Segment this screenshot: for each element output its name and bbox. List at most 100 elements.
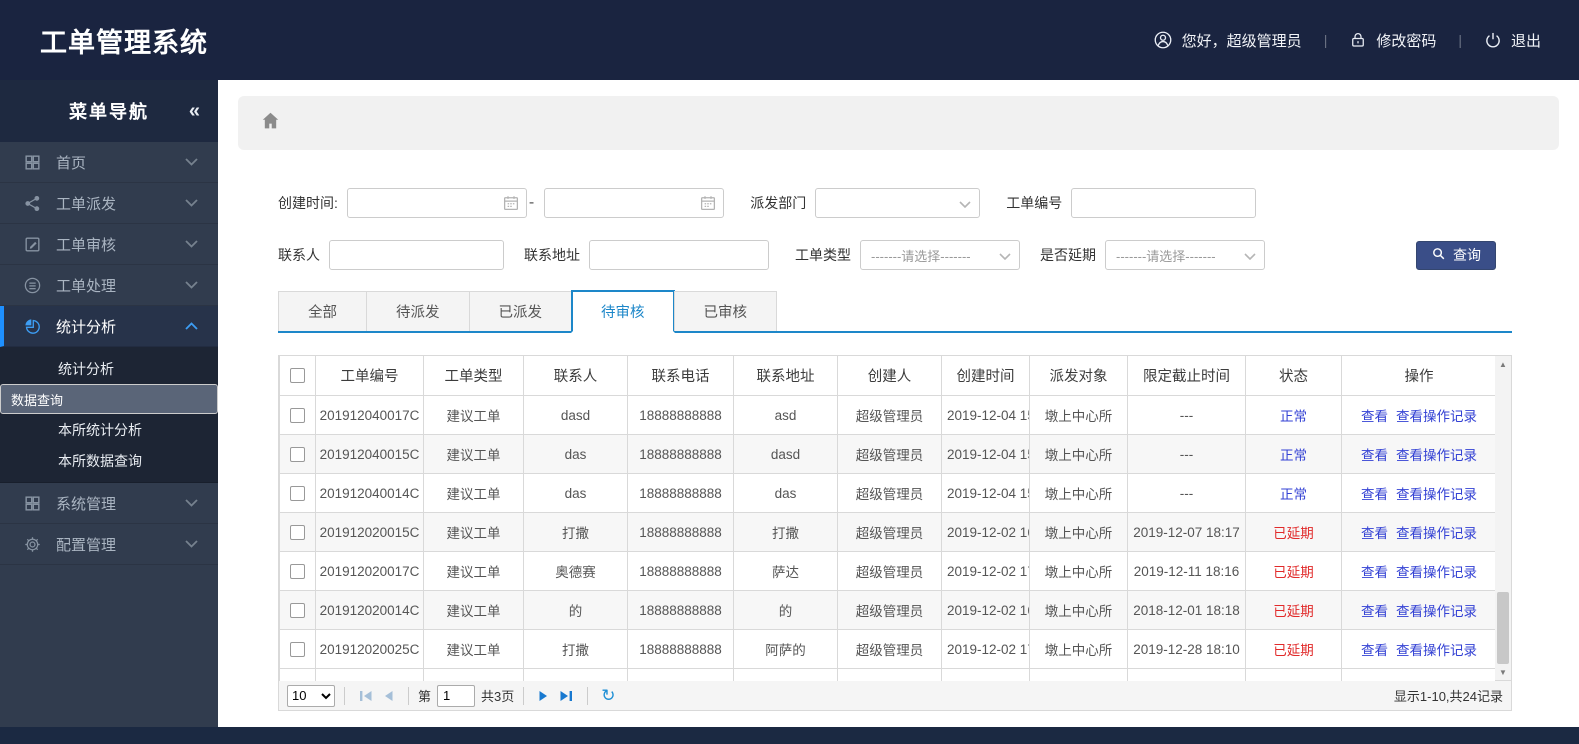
home-icon[interactable]: [260, 110, 281, 136]
address-input[interactable]: [589, 240, 769, 270]
contact-input[interactable]: [329, 240, 504, 270]
view-log-link[interactable]: 查看操作记录: [1396, 409, 1477, 424]
view-link[interactable]: 查看: [1361, 409, 1388, 424]
sidebar-subitem-4-0[interactable]: 统计分析: [0, 353, 218, 384]
logout-button[interactable]: 退出: [1484, 30, 1541, 51]
view-link[interactable]: 查看: [1361, 565, 1388, 580]
column-header-1: 工单类型: [423, 355, 524, 396]
view-log-link[interactable]: 查看操作记录: [1396, 487, 1477, 502]
collapse-sidebar-icon[interactable]: «: [189, 100, 200, 123]
scrollbar-thumb[interactable]: [1497, 592, 1509, 664]
calendar-icon[interactable]: [699, 194, 717, 217]
view-log-link[interactable]: 查看操作记录: [1396, 604, 1477, 619]
search-button[interactable]: 查询: [1416, 240, 1496, 270]
status-badge: 已延期: [1273, 604, 1314, 619]
search-icon: [1431, 246, 1446, 264]
delay-select[interactable]: -------请选择-------: [1105, 240, 1265, 270]
main-content: 创建时间: - 派发部门 工单编号 联系人 联系地址 工单类型 -------请…: [218, 80, 1579, 727]
view-link[interactable]: 查看: [1361, 448, 1388, 463]
share-icon: [22, 193, 42, 213]
page-size-select[interactable]: 10: [287, 684, 335, 707]
cell-deadline: 2019-12-11 18:16: [1127, 551, 1246, 591]
date-to-input[interactable]: [544, 188, 725, 218]
status-badge: 正常: [1280, 409, 1307, 424]
cell-dispatch_target: 墩上中心所: [1029, 512, 1128, 552]
view-link[interactable]: 查看: [1361, 604, 1388, 619]
refresh-icon[interactable]: ↻: [601, 687, 615, 704]
sidebar-subitem-4-1[interactable]: 数据查询: [0, 384, 218, 414]
date-from-input[interactable]: [346, 188, 527, 218]
sidebar-subitem-4-3[interactable]: 本所数据查询: [0, 445, 218, 476]
cell-actions: 查看 查看操作记录: [1341, 434, 1495, 474]
row-checkbox[interactable]: [290, 641, 305, 657]
tab-0[interactable]: 全部: [278, 291, 367, 331]
row-select-cell: [279, 668, 316, 681]
row-checkbox[interactable]: [290, 563, 305, 579]
view-log-link[interactable]: 查看操作记录: [1396, 526, 1477, 541]
sidebar-item-3[interactable]: 工单处理: [0, 265, 218, 306]
tab-2[interactable]: 已派发: [468, 291, 572, 331]
last-page-button[interactable]: [559, 690, 573, 702]
order-no-input[interactable]: [1071, 188, 1257, 218]
change-password-button[interactable]: 修改密码: [1349, 30, 1436, 51]
row-checkbox[interactable]: [290, 485, 305, 501]
scroll-down-icon[interactable]: ▼: [1495, 664, 1511, 680]
column-header-4: 联系地址: [733, 355, 838, 396]
cell-status: 正常: [1245, 434, 1342, 474]
order-type-select[interactable]: -------请选择-------: [860, 240, 1020, 270]
row-select-cell: [279, 629, 316, 669]
cell-order_type: 建议工单: [423, 629, 524, 669]
scroll-up-icon[interactable]: ▲: [1495, 356, 1511, 372]
cell-phone: 18888888888: [627, 590, 734, 630]
sidebar-item-label: 工单派发: [56, 195, 117, 213]
cell-order_no: 201912020025C: [315, 629, 424, 669]
view-link[interactable]: 查看: [1361, 526, 1388, 541]
prev-page-button[interactable]: [383, 690, 394, 702]
sidebar-subitem-4-2[interactable]: 本所统计分析: [0, 414, 218, 445]
tab-3[interactable]: 待审核: [571, 290, 675, 333]
view-log-link[interactable]: 查看操作记录: [1396, 565, 1477, 580]
row-checkbox[interactable]: [290, 407, 305, 423]
select-all-checkbox[interactable]: [290, 368, 305, 384]
row-checkbox[interactable]: [290, 602, 305, 618]
calendar-icon[interactable]: [502, 194, 520, 217]
status-badge: 正常: [1280, 448, 1307, 463]
cell-created_at: 2019-12-04 15: [941, 473, 1030, 513]
next-page-button[interactable]: [538, 690, 549, 702]
divider: |: [1458, 32, 1462, 48]
cell-contact: 奥德赛: [523, 551, 628, 591]
row-checkbox[interactable]: [290, 446, 305, 462]
cell-created_at: 2019-12-02 16: [941, 590, 1030, 630]
change-password-label: 修改密码: [1376, 32, 1437, 50]
chevron-down-icon: [185, 199, 198, 207]
status-badge: 已延期: [1273, 643, 1314, 658]
sidebar-item-2[interactable]: 工单审核: [0, 224, 218, 265]
sidebar-item-6[interactable]: 配置管理: [0, 524, 218, 565]
row-checkbox[interactable]: [290, 524, 305, 540]
cell-deadline: 2019-12-28 18:10: [1127, 629, 1246, 669]
sidebar-item-label: 工单审核: [56, 236, 117, 254]
dispatch-dept-select[interactable]: [815, 188, 981, 218]
user-greeting[interactable]: 您好，超级管理员: [1153, 30, 1302, 51]
pie-chart-icon: [22, 316, 42, 336]
sidebar-item-5[interactable]: 系统管理: [0, 483, 218, 524]
cell-order_type: 建议工单: [423, 590, 524, 630]
sidebar-item-4[interactable]: 统计分析: [0, 306, 218, 347]
view-log-link[interactable]: 查看操作记录: [1396, 448, 1477, 463]
delay-label: 是否延期: [1040, 247, 1096, 263]
page-number-input[interactable]: [437, 684, 476, 707]
status-badge: 已延期: [1273, 526, 1314, 541]
view-link[interactable]: 查看: [1361, 643, 1388, 658]
column-header-3: 联系电话: [627, 355, 734, 396]
first-page-button[interactable]: [359, 690, 373, 702]
tab-1[interactable]: 待派发: [366, 291, 470, 331]
view-link[interactable]: 查看: [1361, 487, 1388, 502]
sidebar-item-1[interactable]: 工单派发: [0, 183, 218, 224]
view-log-link[interactable]: 查看操作记录: [1396, 643, 1477, 658]
divider: [344, 686, 345, 705]
cell-contact: 打撒: [523, 629, 628, 669]
table-scrollbar[interactable]: ▲ ▼: [1495, 355, 1512, 681]
empty-cell: [315, 668, 424, 681]
sidebar-item-0[interactable]: 首页: [0, 142, 218, 183]
tab-4[interactable]: 已审核: [673, 291, 777, 331]
